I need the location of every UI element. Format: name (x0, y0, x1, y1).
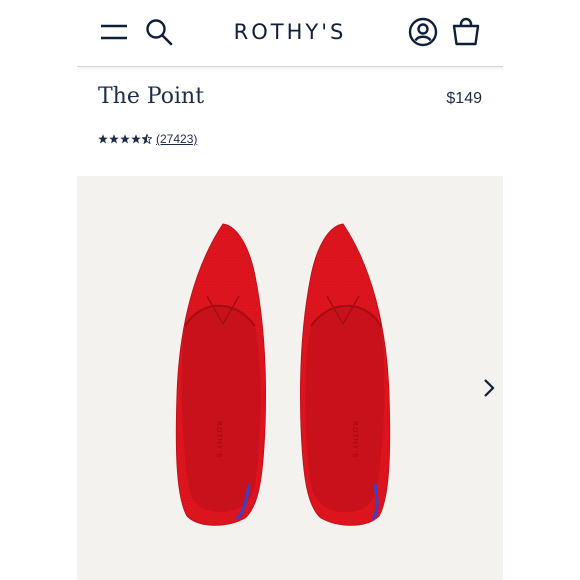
review-count-link[interactable]: (27423) (156, 132, 197, 146)
account-icon[interactable] (407, 16, 439, 48)
right-margin (503, 0, 580, 580)
product-page: ROTHY'S The Point $149 (27423) ROTHY'S R… (77, 0, 503, 580)
product-title: The Point (98, 84, 205, 109)
star-icon (131, 134, 141, 144)
star-icon (120, 134, 130, 144)
right-shoe: ROTHY'S (299, 223, 391, 526)
site-header: ROTHY'S (77, 0, 503, 67)
left-shoe: ROTHY'S (175, 223, 267, 526)
brand-logo[interactable]: ROTHY'S (77, 20, 503, 44)
product-image-gallery[interactable]: ROTHY'S ROTHY'S (77, 176, 503, 580)
product-image: ROTHY'S ROTHY'S (175, 223, 391, 526)
bag-icon[interactable] (450, 16, 482, 48)
half-star-icon (142, 134, 152, 144)
left-margin (0, 0, 77, 580)
left-insole-brand: ROTHY'S (215, 421, 223, 459)
star-icon (109, 134, 119, 144)
right-insole-brand: ROTHY'S (351, 421, 359, 459)
rating-summary: (27423) (98, 132, 197, 146)
star-rating (98, 134, 152, 144)
chevron-right-icon[interactable] (479, 376, 499, 400)
star-icon (98, 134, 108, 144)
product-price: $149 (446, 90, 482, 107)
